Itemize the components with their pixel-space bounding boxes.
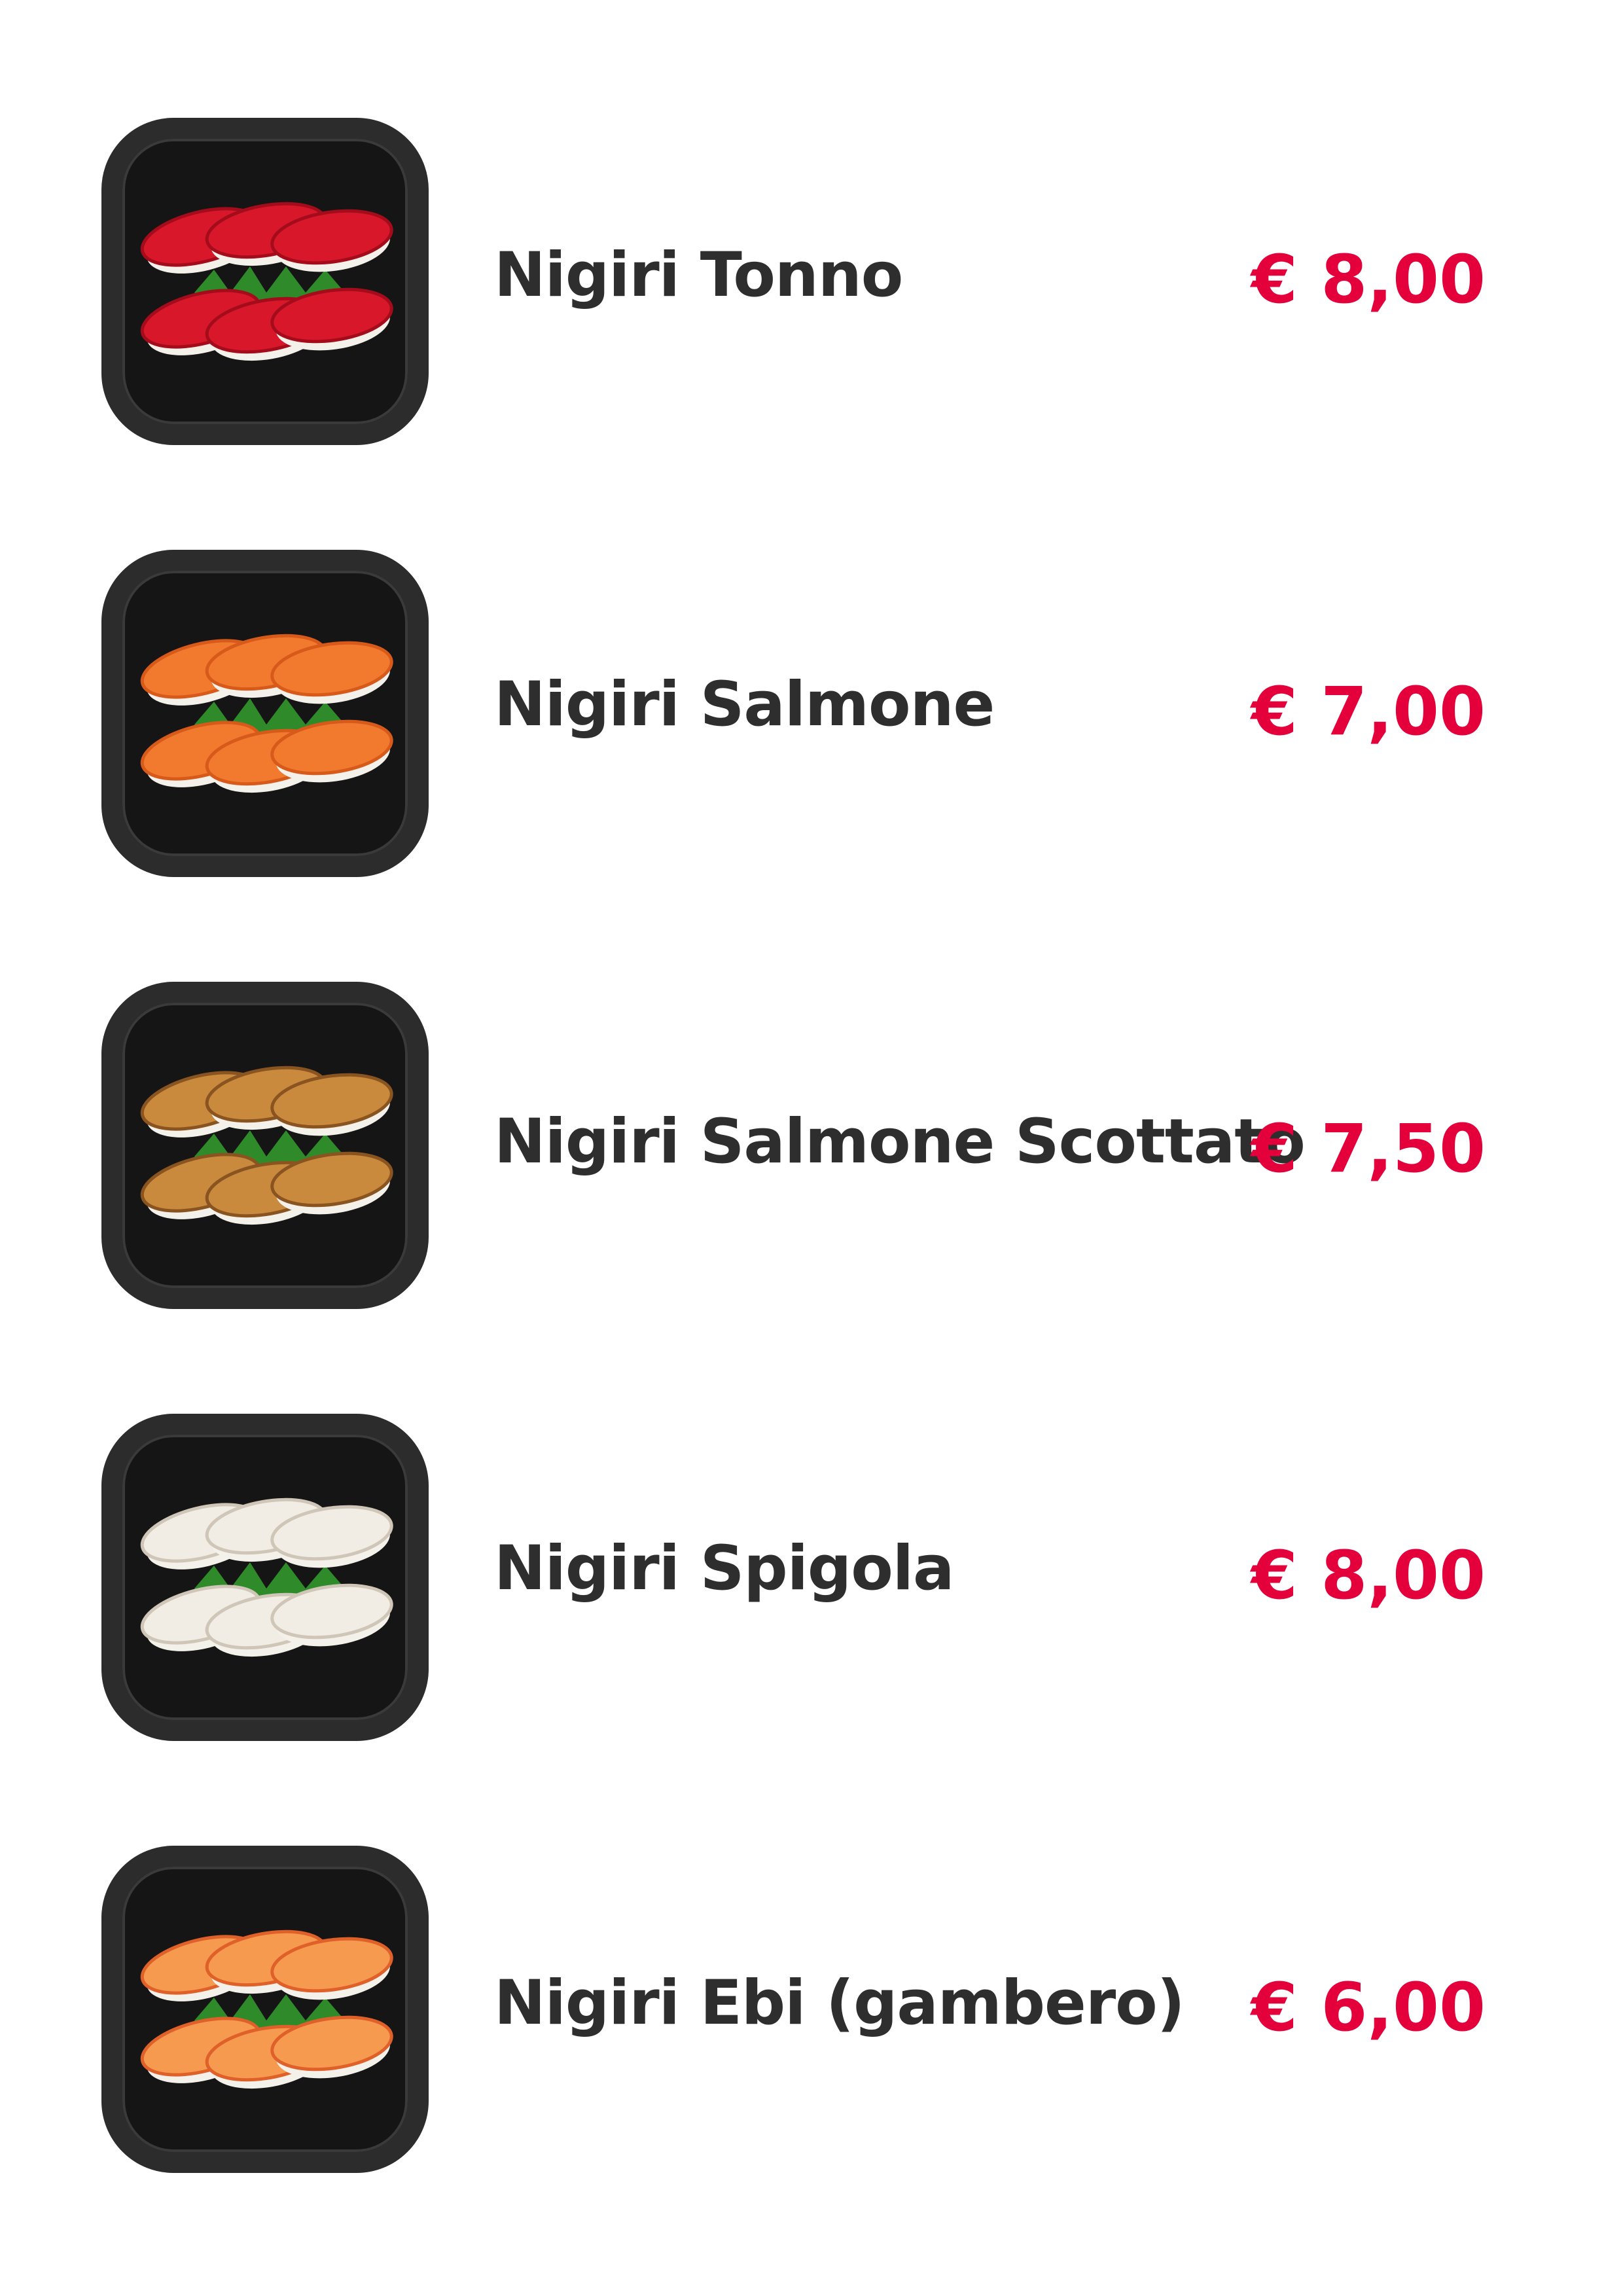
salmon-nigiri-image bbox=[101, 550, 429, 877]
menu-item: Nigiri Salmone € 7,00 bbox=[0, 550, 1623, 877]
item-price: € 7,50 bbox=[1251, 1110, 1486, 1188]
sea-bass-nigiri-image bbox=[101, 1414, 429, 1741]
menu-item: Nigiri Spigola € 8,00 bbox=[0, 1414, 1623, 1741]
item-price: € 6,00 bbox=[1251, 1969, 1486, 2047]
item-name: Nigiri Salmone bbox=[494, 669, 995, 740]
shrimp-nigiri-image bbox=[101, 1846, 429, 2173]
nigiri-illustration bbox=[140, 1929, 393, 2089]
item-name: Nigiri Ebi (gambero) bbox=[494, 1967, 1185, 2039]
seared-salmon-nigiri-image bbox=[101, 982, 429, 1309]
nigiri-illustration bbox=[140, 634, 393, 793]
item-price: € 8,00 bbox=[1251, 241, 1486, 319]
nigiri-illustration bbox=[140, 202, 393, 361]
menu-item: Nigiri Salmone Scottato € 7,50 bbox=[0, 982, 1623, 1309]
nigiri-illustration bbox=[140, 1498, 393, 1657]
item-name: Nigiri Spigola bbox=[494, 1533, 954, 1604]
item-price: € 7,00 bbox=[1251, 673, 1486, 751]
item-name: Nigiri Salmone Scottato bbox=[494, 1106, 1306, 1177]
menu-item: Nigiri Ebi (gambero) € 6,00 bbox=[0, 1846, 1623, 2173]
tuna-nigiri-image bbox=[101, 118, 429, 445]
nigiri-illustration bbox=[140, 1066, 393, 1225]
item-name: Nigiri Tonno bbox=[494, 240, 903, 311]
item-price: € 8,00 bbox=[1251, 1537, 1486, 1615]
menu-item: Nigiri Tonno € 8,00 bbox=[0, 118, 1623, 445]
